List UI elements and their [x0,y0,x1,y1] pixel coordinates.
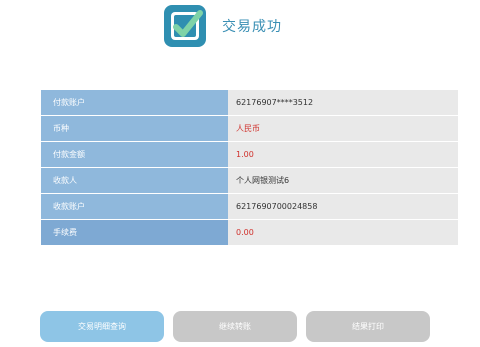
detail-label: 付款账户 [41,90,228,116]
detail-value: 0.00 [228,220,458,246]
detail-value: 6217690700024858 [228,194,458,220]
detail-value: 人民币 [228,116,458,142]
detail-label: 收款人 [41,168,228,194]
detail-label: 币种 [41,116,228,142]
detail-value: 62176907****3512 [228,90,458,116]
detail-value: 1.00 [228,142,458,168]
detail-row-fee: 手续费 0.00 [41,220,458,246]
detail-row-currency: 币种 人民币 [41,116,458,142]
page-title: 交易成功 [222,19,282,35]
continue-transfer-button[interactable]: 继续转账 [173,311,297,342]
detail-label: 付款金额 [41,142,228,168]
success-header: 交易成功 [162,3,282,49]
detail-value: 个人网银测试6 [228,168,458,194]
transaction-details-table: 付款账户 62176907****3512 币种 人民币 付款金额 1.00 收… [41,90,458,246]
transaction-query-button[interactable]: 交易明细查询 [40,311,164,342]
action-button-bar: 交易明细查询 继续转账 结果打印 [40,311,430,342]
detail-row-amount: 付款金额 1.00 [41,142,458,168]
print-result-button[interactable]: 结果打印 [306,311,430,342]
detail-row-payee: 收款人 个人网银测试6 [41,168,458,194]
detail-row-payee-account: 收款账户 6217690700024858 [41,194,458,220]
success-check-icon [164,5,206,47]
detail-row-payer-account: 付款账户 62176907****3512 [41,90,458,116]
detail-label: 收款账户 [41,194,228,220]
detail-label: 手续费 [41,220,228,246]
transfer-result-page: 交易成功 付款账户 62176907****3512 币种 人民币 付款金额 1… [0,0,480,347]
